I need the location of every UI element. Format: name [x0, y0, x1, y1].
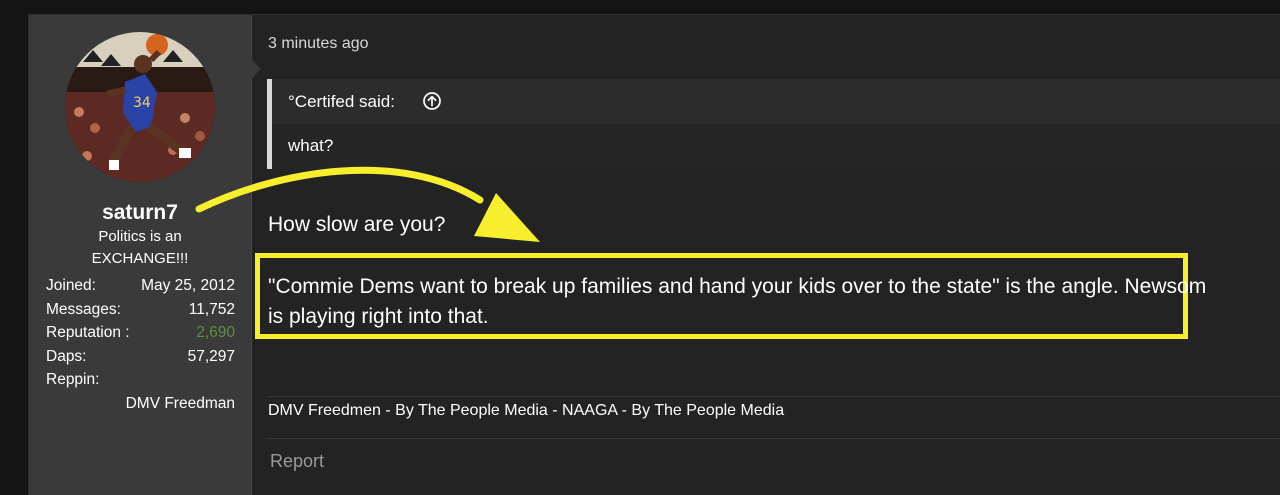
quote-header: °Certifed said: [272, 79, 1280, 124]
user-panel: 34 saturn7 Politics is an EXCHANGE!!! Jo… [29, 15, 252, 495]
stat-label: Reppin: [46, 371, 100, 388]
stat-label: Messages: [46, 300, 121, 318]
signature[interactable]: DMV Freedmen - By The People Media - NAA… [268, 402, 784, 420]
message-line: How slow are you? [268, 213, 446, 236]
quote-text: what? [288, 136, 334, 155]
avatar-image: 34 [65, 32, 215, 182]
quote-block: °Certifed said: what? [267, 79, 1280, 169]
signature-divider [267, 396, 1280, 397]
footer-divider [267, 438, 1280, 439]
stat-value[interactable]: 11,752 [189, 301, 235, 319]
stat-label: Joined: [46, 277, 96, 294]
post-timestamp[interactable]: 3 minutes ago [268, 35, 369, 53]
avatar[interactable]: 34 [65, 32, 215, 182]
quote-body: what? [272, 124, 1280, 169]
post-container: 34 saturn7 Politics is an EXCHANGE!!! Jo… [28, 14, 1280, 495]
stat-daps: Daps: 57,297 [46, 348, 235, 372]
user-stats: Joined: May 25, 2012 Messages: 11,752 Re… [46, 277, 235, 418]
stat-value: 57,297 [187, 347, 235, 365]
arrow-up-circle-icon[interactable] [422, 91, 442, 111]
report-link[interactable]: Report [270, 451, 324, 472]
stat-reppin: Reppin: [46, 371, 235, 395]
quote-author[interactable]: °Certifed said: [288, 92, 395, 112]
stat-label: Reputation : [46, 324, 130, 341]
stat-reppin-value: DMV Freedman [46, 395, 235, 419]
username[interactable]: saturn7 [29, 201, 251, 225]
stat-reputation: Reputation : 2,690 [46, 324, 235, 348]
post-content: 3 minutes ago °Certifed said: what? How … [255, 15, 1280, 495]
stat-value: 2,690 [196, 324, 235, 341]
stat-joined: Joined: May 25, 2012 [46, 277, 235, 301]
stat-label: Daps: [46, 347, 87, 365]
reppin-value: DMV Freedman [125, 394, 235, 412]
stat-value: May 25, 2012 [141, 277, 235, 294]
user-panel-pointer [251, 59, 261, 79]
stat-messages: Messages: 11,752 [46, 301, 235, 325]
svg-text:34: 34 [133, 95, 151, 111]
message-highlighted-text: "Commie Dems want to break up families a… [268, 275, 1207, 328]
user-title: Politics is an EXCHANGE!!! [91, 228, 189, 267]
